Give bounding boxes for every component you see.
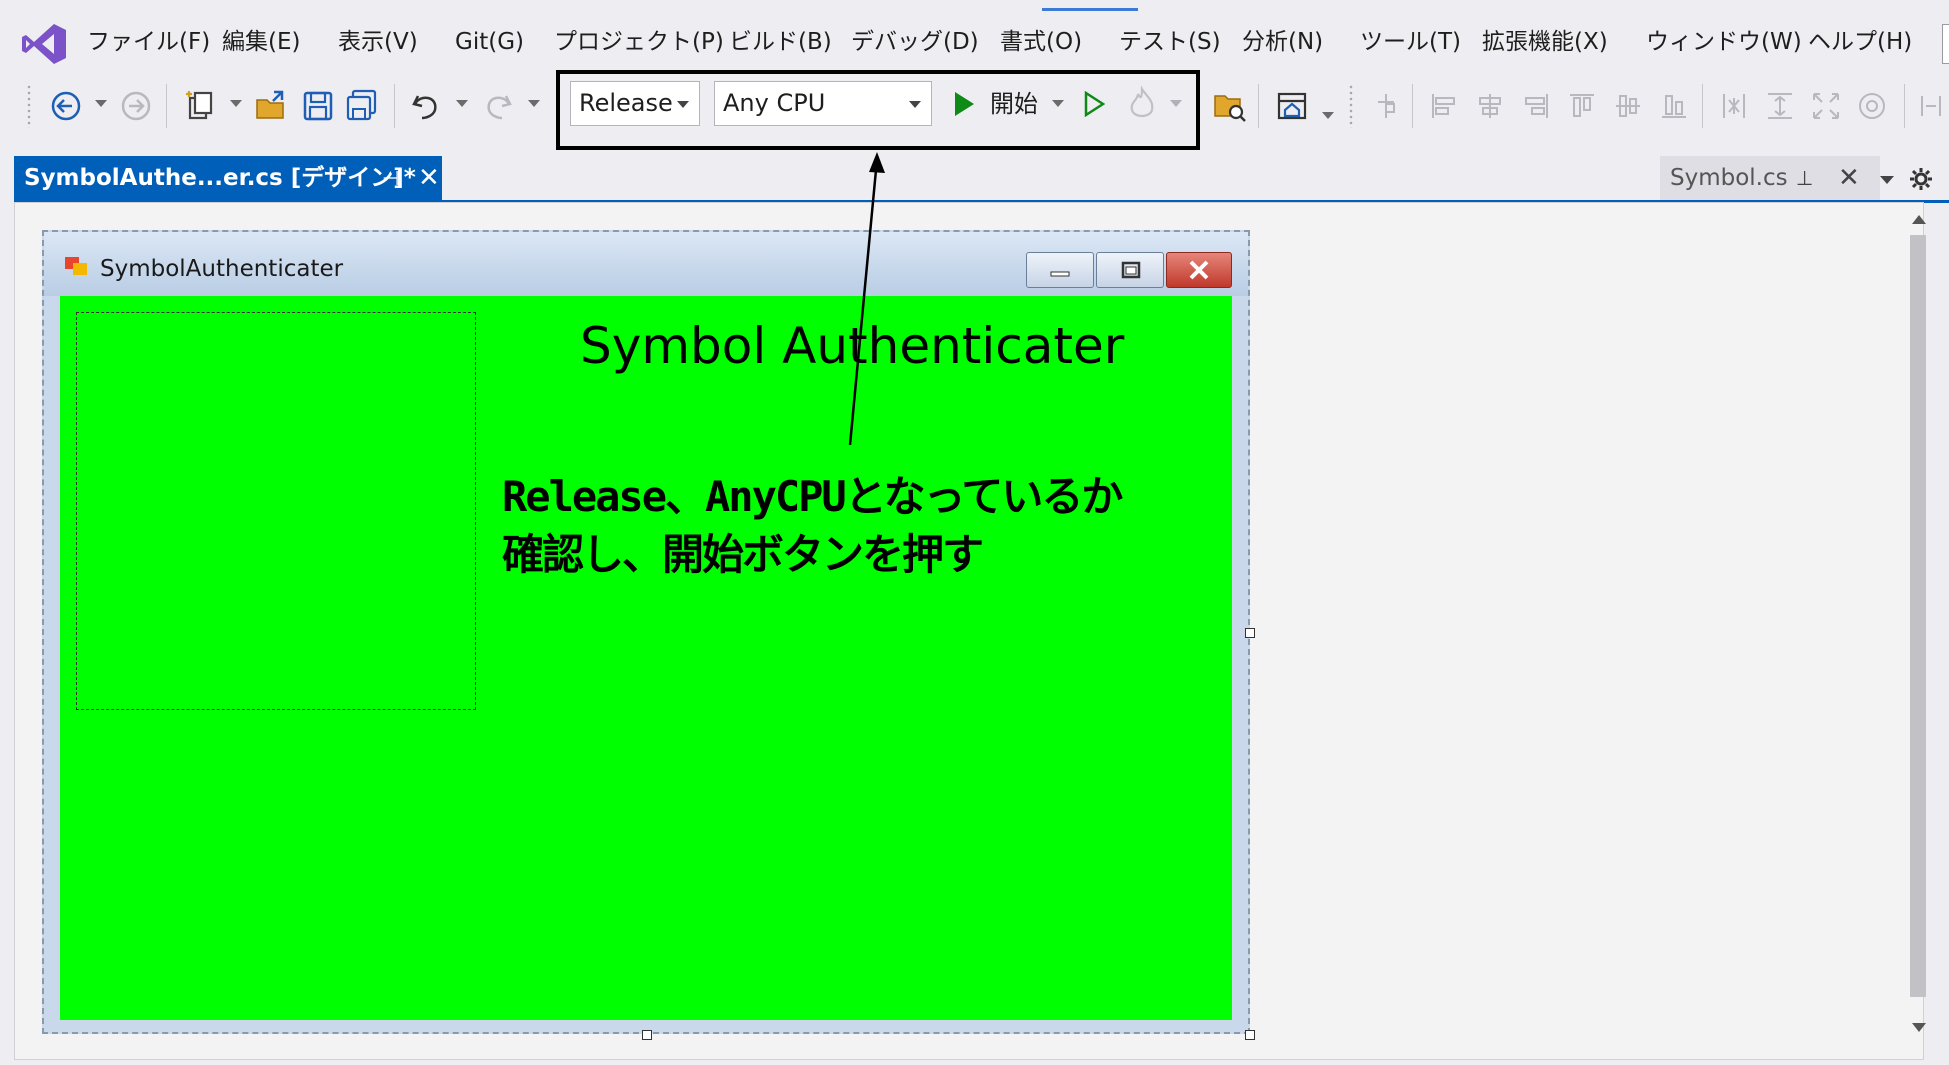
pin-icon[interactable]: ⊥ xyxy=(1796,156,1813,200)
gear-icon[interactable] xyxy=(1908,166,1934,192)
new-project-icon[interactable] xyxy=(182,88,218,124)
toolbar-separator xyxy=(1904,84,1905,128)
annotation-line-1: Release、AnyCPUとなっているか xyxy=(502,472,1123,521)
vertical-scrollbar[interactable] xyxy=(1904,205,1934,1035)
toolbar-separator xyxy=(394,84,395,128)
windows-form-icon xyxy=(65,257,87,275)
toolbar-separator xyxy=(1702,84,1703,128)
menu-test[interactable]: テスト(S) xyxy=(1119,22,1221,62)
redo-icon[interactable] xyxy=(480,88,516,124)
menu-extensions[interactable]: 拡張機能(X) xyxy=(1482,22,1608,62)
annotation-highlight-box xyxy=(556,70,1200,150)
align-bottoms-icon xyxy=(1662,95,1686,118)
navigate-back-dropdown-icon[interactable] xyxy=(95,100,107,107)
form-title-bar[interactable]: SymbolAuthenticater xyxy=(44,232,1248,296)
align-to-grid-icon xyxy=(1378,94,1395,118)
make-same-width-icon xyxy=(1723,94,1745,118)
close-icon xyxy=(1189,260,1209,280)
toolbar-separator xyxy=(1258,84,1259,128)
navigate-back-icon[interactable] xyxy=(48,88,84,124)
menu-window[interactable]: ウィンドウ(W) xyxy=(1646,22,1802,62)
document-tab-strip: SymbolAuthe...er.cs [デザイン]* ⊣ ✕ Symbol.c… xyxy=(0,156,1949,203)
menu-git[interactable]: Git(G) xyxy=(455,22,524,62)
scrollbar-thumb[interactable] xyxy=(1910,235,1926,997)
menu-format[interactable]: 書式(O) xyxy=(1000,22,1082,62)
picture-box[interactable] xyxy=(76,312,476,710)
solution-explorer-icon[interactable] xyxy=(1212,88,1248,124)
redo-dropdown-icon[interactable] xyxy=(528,100,540,107)
tab-symbol-cs[interactable]: Symbol.cs ⊥ ✕ xyxy=(1660,156,1880,200)
align-rights-icon xyxy=(1525,94,1548,118)
pin-icon[interactable]: ⊣ xyxy=(382,156,399,200)
save-icon[interactable] xyxy=(300,88,336,124)
menu-analyze[interactable]: 分析(N) xyxy=(1242,22,1323,62)
save-all-icon[interactable] xyxy=(344,88,380,124)
toolbar-separator xyxy=(1412,84,1413,128)
tab-list-dropdown-icon[interactable] xyxy=(1880,176,1894,184)
maximize-icon xyxy=(1121,261,1141,279)
form-client-area[interactable]: Symbol Authenticater Release、AnyCPUとなってい… xyxy=(60,296,1232,1020)
menu-active-indicator xyxy=(1042,8,1138,11)
annotation-line-2: 確認し、開始ボタンを押す xyxy=(502,530,984,579)
close-button[interactable] xyxy=(1166,252,1232,288)
open-folder-icon[interactable] xyxy=(254,88,290,124)
spacing-icon xyxy=(1921,96,1941,116)
make-same-height-icon xyxy=(1768,93,1792,119)
form-window[interactable]: SymbolAuthenticater Symbol Authenticater… xyxy=(42,230,1250,1034)
menu-file[interactable]: ファイル(F) xyxy=(87,22,210,62)
minimize-button[interactable] xyxy=(1026,252,1094,288)
tab-label: Symbol.cs xyxy=(1670,165,1788,191)
resize-handle-bottom[interactable] xyxy=(642,1030,652,1040)
resize-handle-right[interactable] xyxy=(1245,628,1255,638)
toolbar-grip[interactable] xyxy=(26,84,32,128)
menu-help[interactable]: ヘルプ(H) xyxy=(1808,22,1912,62)
navigate-forward-icon[interactable] xyxy=(118,88,154,124)
zoom-icon xyxy=(1859,93,1885,119)
scroll-down-icon[interactable] xyxy=(1912,1023,1926,1032)
menu-project[interactable]: プロジェクト(P) xyxy=(554,22,724,62)
menu-debug[interactable]: デバッグ(D) xyxy=(851,22,979,62)
menu-tools[interactable]: ツール(T) xyxy=(1360,22,1461,62)
maximize-button[interactable] xyxy=(1096,252,1164,288)
close-icon[interactable]: ✕ xyxy=(1838,156,1860,200)
undo-icon[interactable] xyxy=(408,88,444,124)
form-window-title: SymbolAuthenticater xyxy=(100,256,344,282)
menu-build[interactable]: ビルド(B) xyxy=(729,22,832,62)
tab-label: SymbolAuthe...er.cs [デザイン]* xyxy=(24,165,416,191)
toolbar-overflow-icon[interactable] xyxy=(1322,112,1334,119)
resize-handle-bottom-right[interactable] xyxy=(1245,1030,1255,1040)
menu-view[interactable]: 表示(V) xyxy=(338,22,418,62)
close-icon[interactable]: ✕ xyxy=(418,156,440,200)
align-centers-icon xyxy=(1479,94,1501,118)
annotation-instruction: Release、AnyCPUとなっているか 確認し、開始ボタンを押す xyxy=(502,468,1123,584)
search-box-edge[interactable] xyxy=(1942,24,1949,64)
scroll-up-icon[interactable] xyxy=(1912,215,1926,224)
minimize-icon xyxy=(1050,271,1070,277)
new-project-dropdown-icon[interactable] xyxy=(230,100,242,107)
align-lefts-icon xyxy=(1432,94,1455,118)
undo-dropdown-icon[interactable] xyxy=(456,100,468,107)
menu-edit[interactable]: 編集(E) xyxy=(222,22,300,62)
form-heading-label[interactable]: Symbol Authenticater xyxy=(580,316,1124,376)
align-middles-icon xyxy=(1616,95,1640,117)
tab-symbolauthenticater-designer[interactable]: SymbolAuthe...er.cs [デザイン]* ⊣ ✕ xyxy=(14,156,442,200)
align-tops-icon xyxy=(1570,94,1594,117)
toolbar-separator xyxy=(166,84,167,128)
layout-toolbar-grip[interactable] xyxy=(1348,84,1354,128)
visual-studio-logo-icon[interactable] xyxy=(20,20,68,68)
toolbox-icon[interactable] xyxy=(1274,88,1310,124)
size-to-grid-icon xyxy=(1813,93,1839,119)
